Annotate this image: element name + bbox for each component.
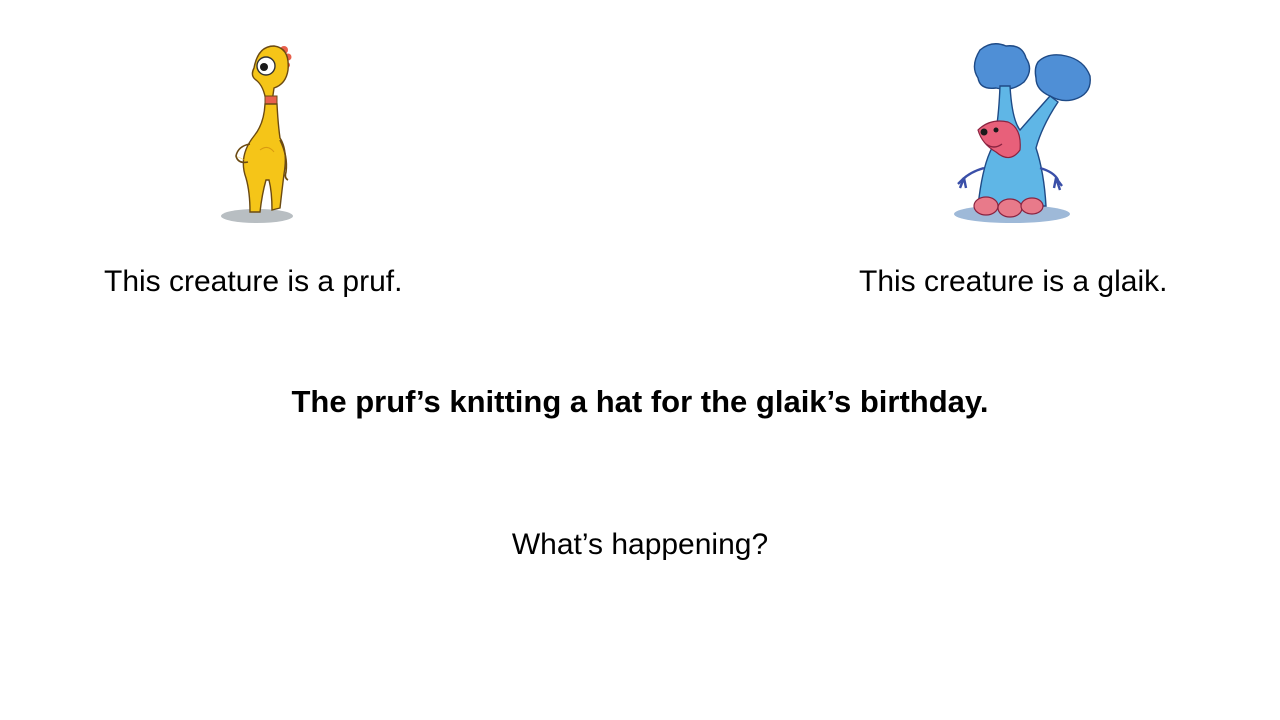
target-sentence: The pruf’s knitting a hat for the glaik’… xyxy=(291,384,989,419)
glaik-creature-illustration xyxy=(950,40,1095,225)
pruf-caption: This creature is a pruf. xyxy=(104,265,403,298)
glaik-caption: This creature is a glaik. xyxy=(859,265,1168,298)
slide: This creature is a pruf. This creature i… xyxy=(0,0,1280,720)
pruf-creature-illustration xyxy=(214,40,304,230)
question-prompt: What’s happening? xyxy=(511,528,769,561)
